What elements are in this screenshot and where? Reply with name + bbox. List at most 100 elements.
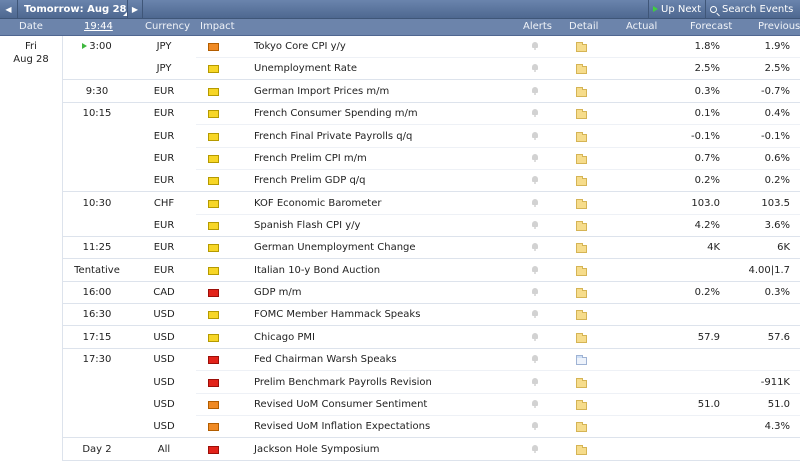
time-column-header[interactable]: 19:44 <box>84 19 113 35</box>
bell-icon[interactable] <box>531 199 539 207</box>
event-name[interactable]: Italian 10-y Bond Auction <box>254 260 380 282</box>
event-row[interactable]: EUR French Prelim GDP q/q 0.2% 0.2% <box>0 170 800 192</box>
folder-icon[interactable] <box>576 132 587 142</box>
event-row[interactable]: 16:30 USD FOMC Member Hammack Speaks <box>0 304 800 326</box>
event-name[interactable]: Jackson Hole Symposium <box>254 439 380 461</box>
folder-icon[interactable] <box>576 176 587 186</box>
bell-icon[interactable] <box>531 243 539 251</box>
impact-folder-icon <box>208 311 219 319</box>
folder-icon[interactable] <box>576 64 587 74</box>
event-name[interactable]: German Unemployment Change <box>254 237 416 259</box>
folder-icon[interactable] <box>576 400 587 410</box>
event-row[interactable]: 9:30 EUR German Import Prices m/m 0.3% -0.7% <box>0 81 800 103</box>
bell-icon[interactable] <box>531 288 539 296</box>
event-previous: -0.1% <box>760 131 790 142</box>
event-name[interactable]: FOMC Member Hammack Speaks <box>254 304 420 326</box>
folder-icon[interactable] <box>576 154 587 164</box>
event-previous: 0.4% <box>764 108 790 119</box>
event-name[interactable]: French Prelim CPI m/m <box>254 148 367 170</box>
folder-icon[interactable] <box>576 445 587 455</box>
event-row[interactable]: EUR French Final Private Payrolls q/q -0.1… <box>0 126 800 148</box>
previous-column-header: Previous <box>758 21 800 32</box>
event-row[interactable]: Tentative EUR Italian 10-y Bond Auction 4.0… <box>0 260 800 282</box>
event-name[interactable]: Chicago PMI <box>254 327 315 349</box>
event-row[interactable]: 16:00 CAD GDP m/m 0.2% 0.3% <box>0 282 800 304</box>
event-row[interactable]: 3:00 JPY Tokyo Core CPI y/y 1.8% 1.9% <box>0 36 800 58</box>
next-day-arrow-icon[interactable]: ▶ <box>127 0 143 19</box>
event-row[interactable]: JPY Unemployment Rate 2.5% 2.5% <box>0 58 800 80</box>
event-name[interactable]: Unemployment Rate <box>254 58 357 80</box>
event-time: 3:00 <box>62 36 132 58</box>
event-name[interactable]: Fed Chairman Warsh Speaks <box>254 349 397 371</box>
bell-icon[interactable] <box>531 422 539 430</box>
row-divider <box>62 325 800 326</box>
event-previous: 4.00|1.7 <box>748 265 790 276</box>
bell-icon[interactable] <box>531 333 539 341</box>
bell-icon[interactable] <box>531 400 539 408</box>
folder-icon[interactable] <box>576 221 587 231</box>
event-name[interactable]: French Consumer Spending m/m <box>254 103 418 125</box>
event-row[interactable]: EUR French Prelim CPI m/m 0.7% 0.6% <box>0 148 800 170</box>
event-previous: 3.6% <box>764 220 790 231</box>
bell-icon[interactable] <box>531 87 539 95</box>
event-name[interactable]: Revised UoM Inflation Expectations <box>254 416 430 438</box>
up-next-button[interactable]: Up Next <box>648 0 704 19</box>
folder-icon[interactable] <box>576 109 587 119</box>
event-forecast: 4K <box>707 242 720 253</box>
event-row[interactable]: USD Prelim Benchmark Payrolls Revision -91… <box>0 372 800 394</box>
event-name[interactable]: Tokyo Core CPI y/y <box>254 36 346 58</box>
event-name[interactable]: French Final Private Payrolls q/q <box>254 126 412 148</box>
folder-icon[interactable] <box>576 199 587 209</box>
bell-icon[interactable] <box>531 266 539 274</box>
event-name[interactable]: KOF Economic Barometer <box>254 193 381 215</box>
event-row[interactable]: 10:30 CHF KOF Economic Barometer 103.0 103.5 <box>0 193 800 215</box>
folder-icon[interactable] <box>576 333 587 343</box>
bell-icon[interactable] <box>531 355 539 363</box>
folder-icon[interactable] <box>576 355 587 365</box>
folder-icon[interactable] <box>576 266 587 276</box>
folder-icon[interactable] <box>576 288 587 298</box>
folder-icon[interactable] <box>576 243 587 253</box>
bell-icon[interactable] <box>531 221 539 229</box>
event-row[interactable]: 11:25 EUR German Unemployment Change 4K 6K <box>0 237 800 259</box>
bell-icon[interactable] <box>531 132 539 140</box>
bell-icon[interactable] <box>531 378 539 386</box>
event-time: 17:15 <box>82 332 112 343</box>
previous-day-arrow-icon[interactable]: ◀ <box>0 0 18 19</box>
event-name[interactable]: Spanish Flash CPI y/y <box>254 215 360 237</box>
bell-icon[interactable] <box>531 42 539 50</box>
bell-icon[interactable] <box>531 64 539 72</box>
up-next-label: Up Next <box>661 4 702 15</box>
event-name[interactable]: Prelim Benchmark Payrolls Revision <box>254 372 432 394</box>
event-time: 17:30 <box>82 354 112 365</box>
calendar-title[interactable]: Tomorrow: Aug 28 <box>24 0 127 19</box>
bell-icon[interactable] <box>531 176 539 184</box>
event-row[interactable]: 17:30 USD Fed Chairman Warsh Speaks <box>0 349 800 371</box>
impact-folder-icon <box>208 65 219 73</box>
event-name[interactable]: German Import Prices m/m <box>254 81 389 103</box>
event-forecast: 0.7% <box>694 153 720 164</box>
event-row[interactable]: USD Revised UoM Inflation Expectations 4.3… <box>0 416 800 438</box>
event-currency: JPY <box>156 63 172 74</box>
folder-icon[interactable] <box>576 422 587 432</box>
event-row[interactable]: 17:15 USD Chicago PMI 57.9 57.6 <box>0 327 800 349</box>
bell-icon[interactable] <box>531 445 539 453</box>
event-time: 16:00 <box>82 287 112 298</box>
bell-icon[interactable] <box>531 109 539 117</box>
event-row[interactable]: USD Revised UoM Consumer Sentiment 51.0 51.… <box>0 394 800 416</box>
event-currency: EUR <box>153 86 175 97</box>
event-name[interactable]: GDP m/m <box>254 282 302 304</box>
event-name[interactable]: Revised UoM Consumer Sentiment <box>254 394 427 416</box>
folder-icon[interactable] <box>576 310 587 320</box>
folder-icon[interactable] <box>576 87 587 97</box>
bell-icon[interactable] <box>531 154 539 162</box>
event-forecast: 51.0 <box>697 399 720 410</box>
event-row[interactable]: Day 2 All Jackson Hole Symposium <box>0 439 800 461</box>
event-row[interactable]: 10:15 EUR French Consumer Spending m/m 0.1%… <box>0 103 800 125</box>
folder-icon[interactable] <box>576 42 587 52</box>
bell-icon[interactable] <box>531 310 539 318</box>
event-row[interactable]: EUR Spanish Flash CPI y/y 4.2% 3.6% <box>0 215 800 237</box>
search-events-button[interactable]: Search Events <box>705 0 800 19</box>
folder-icon[interactable] <box>576 378 587 388</box>
event-name[interactable]: French Prelim GDP q/q <box>254 170 366 192</box>
